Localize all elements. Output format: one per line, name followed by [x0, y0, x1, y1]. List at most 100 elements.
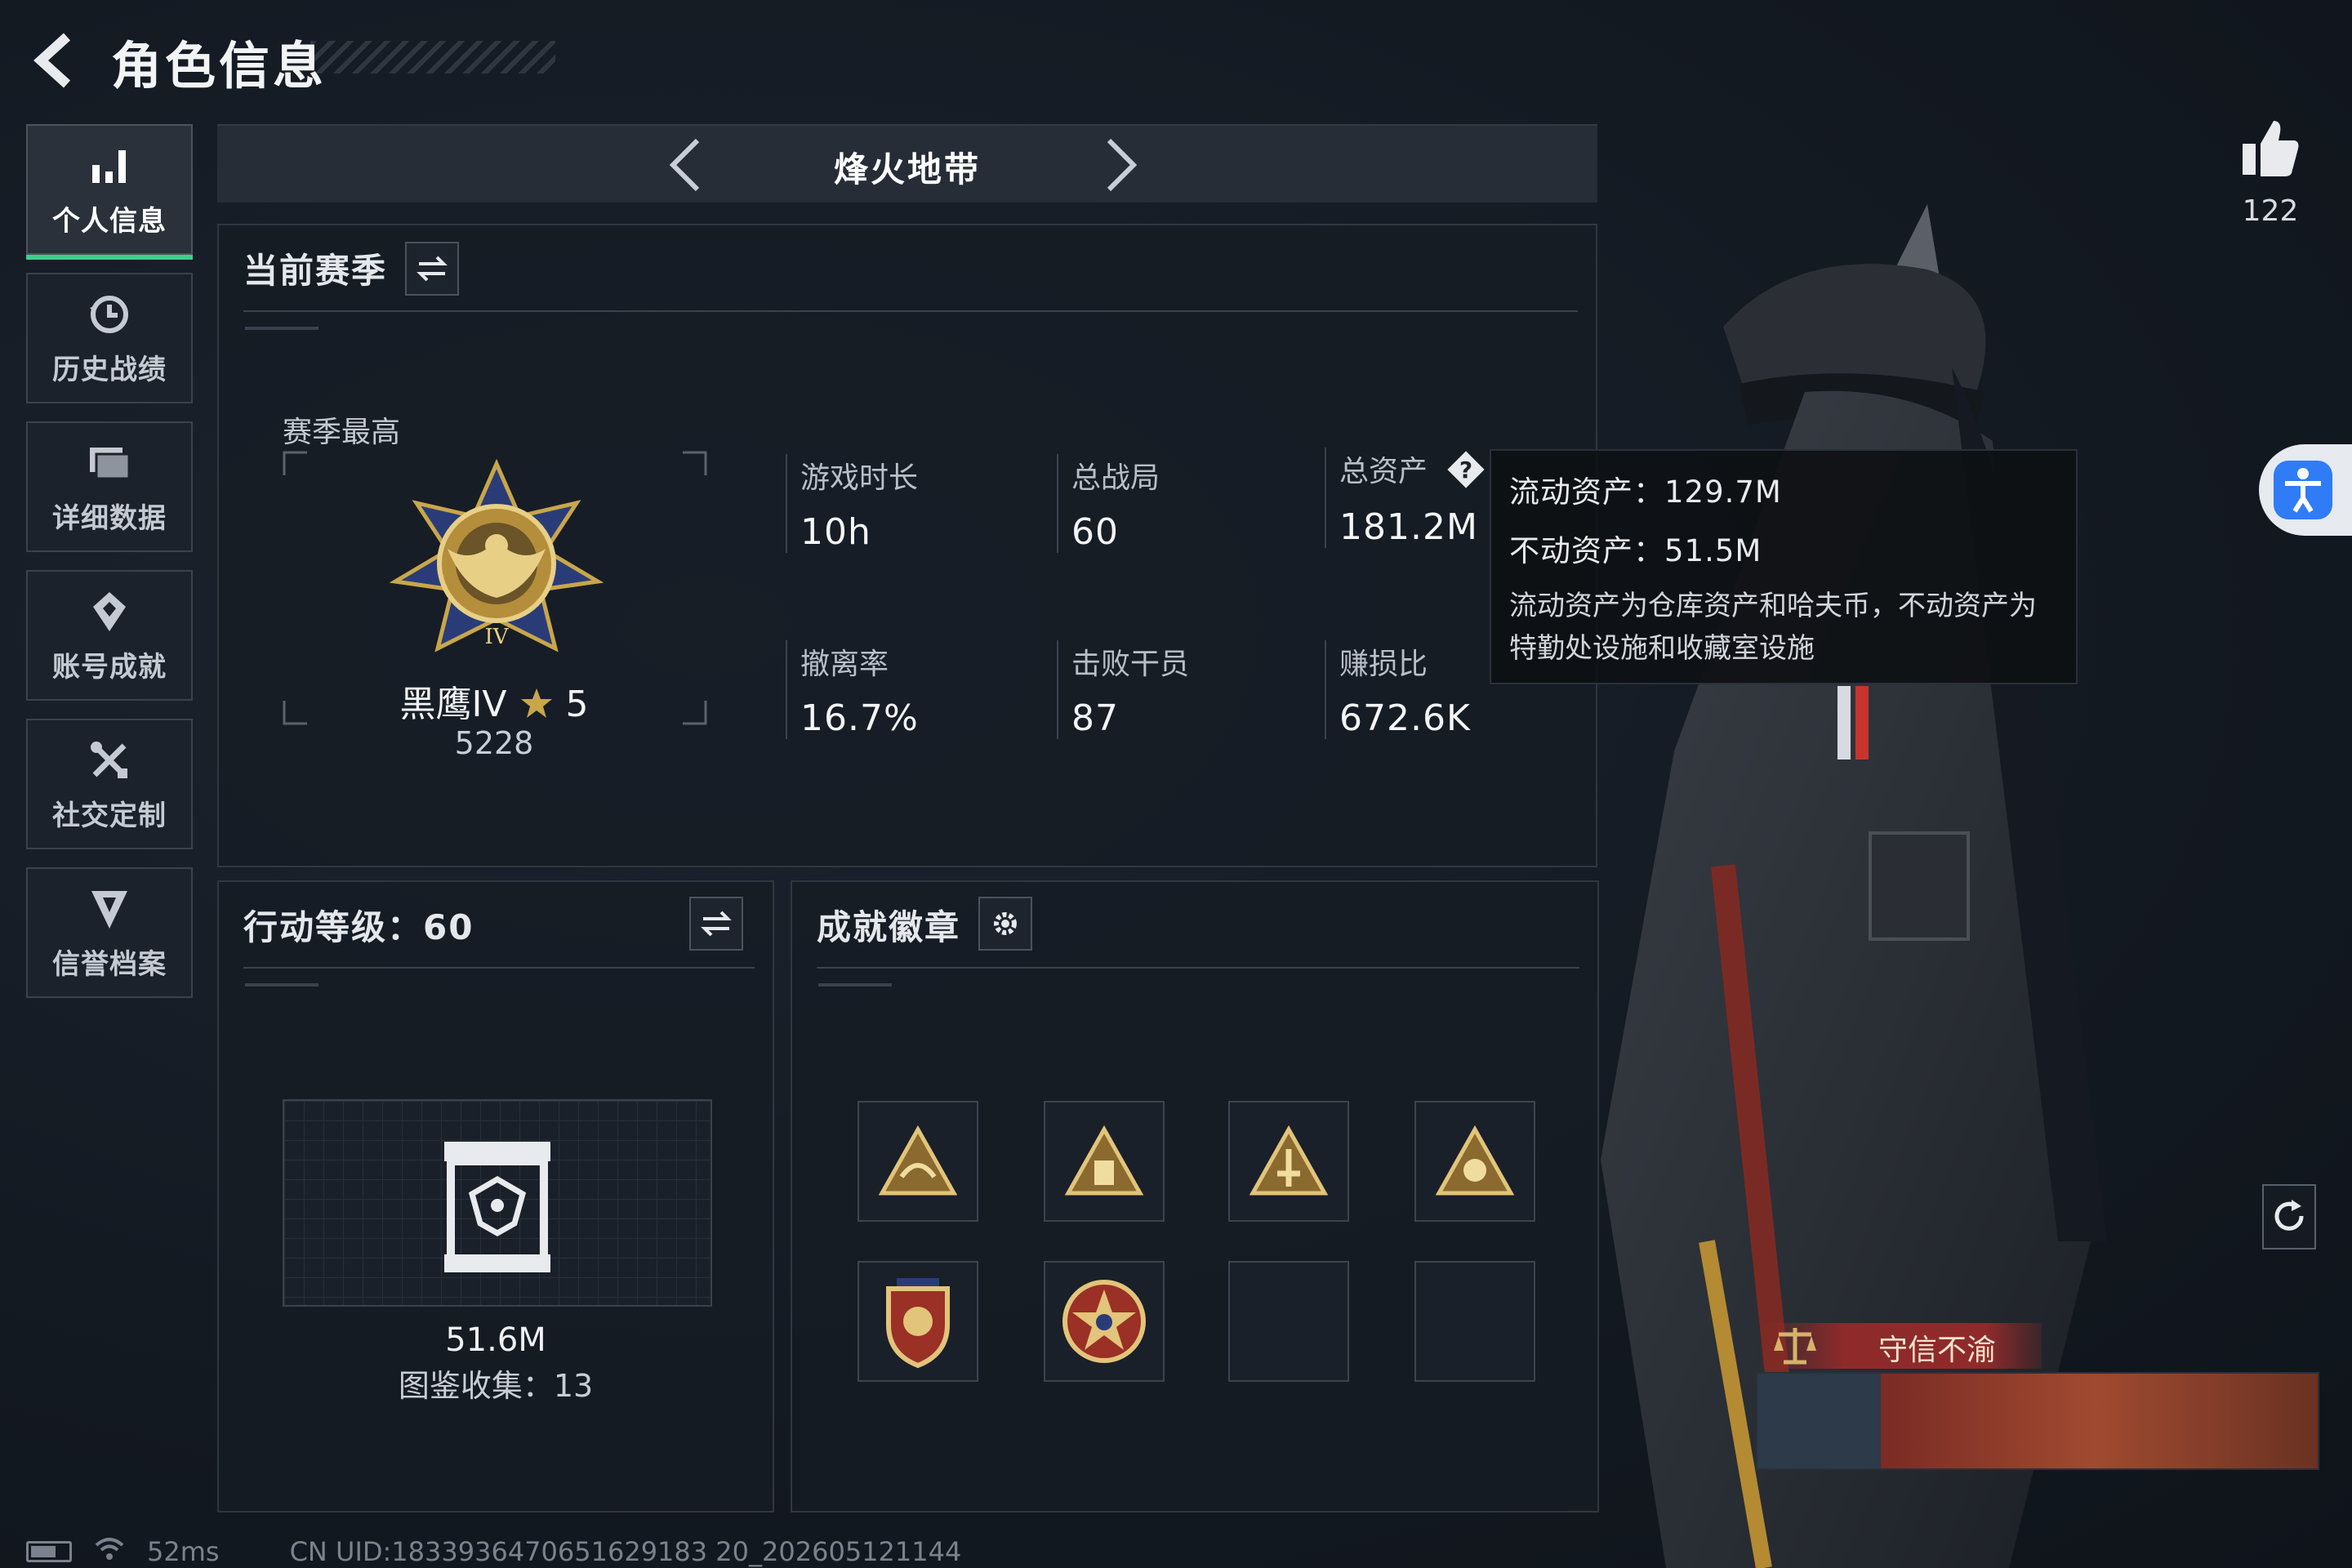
svg-text:?: ?: [1459, 457, 1472, 483]
status-footer: 52ms CN UID:1833936470651629183 20_20260…: [26, 1535, 961, 1568]
star-icon: [519, 684, 555, 725]
shield-icon: [85, 884, 134, 933]
sidebar-item-label: 社交定制: [52, 799, 167, 832]
badge-slot-6[interactable]: [1044, 1261, 1165, 1382]
shield-badge-icon: [886, 1278, 950, 1369]
accessibility-icon: [2274, 461, 2332, 519]
season-switch-button[interactable]: [405, 242, 459, 296]
badges-settings-button[interactable]: [978, 897, 1032, 951]
action-level-heading: 行动等级：60: [243, 907, 474, 947]
chevron-right-icon: [1107, 138, 1138, 192]
help-icon[interactable]: ?: [1445, 448, 1487, 498]
rank-score: 5228: [454, 725, 534, 761]
sidebar-item-achievements[interactable]: 账号成就: [26, 570, 193, 701]
stat-value: 672.6K: [1339, 697, 1471, 739]
folder-icon: [85, 439, 134, 488]
accessibility-button[interactable]: [2259, 444, 2352, 536]
stat-label: 总资产: [1339, 455, 1428, 488]
badge-slot-3[interactable]: [1228, 1101, 1349, 1222]
mode-switcher: 烽火地带: [217, 124, 1597, 203]
swap-icon: [701, 911, 732, 937]
stat-value: 10h: [800, 511, 871, 553]
battery-icon: [26, 1541, 72, 1562]
sidebar-item-label: 信誉档案: [52, 947, 167, 981]
stat-label: 游戏时长: [800, 461, 919, 495]
tooltip-description: 流动资产为仓库资产和哈夫币，不动资产为特勤处设施和收藏室设施: [1509, 590, 2037, 665]
decor-bar: [818, 983, 892, 987]
decor-bar: [245, 327, 318, 330]
tooltip-fixed-assets: 不动资产：51.5M: [1509, 533, 1762, 568]
sidebar-item-label: 历史战绩: [52, 353, 167, 386]
divider: [243, 310, 1578, 312]
triangle-badge-icon: [1064, 1125, 1144, 1196]
rank-name-row: 黑鹰IV 5: [343, 675, 645, 727]
back-button[interactable]: [23, 28, 88, 93]
sidebar-item-label: 账号成就: [52, 650, 167, 684]
decor-bar: [245, 983, 318, 987]
profile-card[interactable]: [1756, 1372, 2319, 1470]
user-uid: CN UID:1833936470651629183 20_2026051211…: [289, 1536, 962, 1567]
sidebar-item-reputation[interactable]: 信誉档案: [26, 867, 193, 998]
stat-label: 总战局: [1071, 461, 1160, 495]
rotate-model-button[interactable]: [2262, 1184, 2316, 1250]
sidebar-item-history[interactable]: 历史战绩: [26, 273, 193, 403]
refresh-icon: [2274, 1200, 2304, 1231]
divider: [243, 967, 755, 969]
stat-value: 181.2M: [1339, 506, 1478, 548]
badges-heading: 成就徽章: [817, 907, 961, 947]
rank-stars: 5: [565, 684, 589, 725]
divider: [817, 967, 1579, 969]
wifi-icon: [93, 1535, 126, 1568]
mode-title: 烽火地带: [833, 149, 981, 189]
stat-value: 16.7%: [800, 697, 919, 739]
badge-slot-empty[interactable]: [1228, 1261, 1349, 1382]
gear-icon: [994, 912, 1017, 935]
badge-slot-4[interactable]: [1414, 1101, 1535, 1222]
sidebar-item-personal-info[interactable]: 个人信息: [26, 124, 193, 260]
stat-value: 60: [1071, 511, 1119, 553]
scales-icon: [1771, 1323, 1820, 1372]
star-medal-icon: [1062, 1280, 1146, 1363]
sidebar-item-label: 详细数据: [52, 501, 167, 535]
page-title: 角色信息: [111, 36, 327, 96]
svg-text:IV: IV: [484, 625, 509, 649]
display-case-icon: [444, 1142, 550, 1272]
stat-label: 赚损比: [1339, 648, 1428, 681]
sidebar-item-details[interactable]: 详细数据: [26, 421, 193, 552]
badge-slot-2[interactable]: [1044, 1101, 1165, 1222]
stat-total-assets: 总资产 ? 181.2M: [1325, 448, 1487, 548]
like-count: 122: [2242, 194, 2299, 228]
achievement-badges-panel: 成就徽章: [791, 880, 1599, 1512]
swap-icon: [416, 256, 448, 282]
badge-slot-empty[interactable]: [1414, 1261, 1535, 1382]
like-button[interactable]: [2238, 116, 2303, 181]
stat-extraction-rate: 撤离率 16.7%: [786, 640, 919, 739]
tools-icon: [85, 736, 134, 785]
stat-label: 撤离率: [800, 648, 889, 681]
stat-total-matches: 总战局 60: [1057, 454, 1160, 553]
back-arrow-icon: [33, 33, 71, 88]
mode-next-button[interactable]: [1091, 136, 1148, 194]
triangle-badge-icon: [1249, 1125, 1329, 1196]
bar-chart-icon: [85, 141, 134, 190]
badge-slot-5[interactable]: [858, 1261, 978, 1382]
stat-profit-ratio: 赚损比 672.6K: [1325, 640, 1471, 739]
stat-operators-defeated: 击败干员 87: [1057, 640, 1189, 739]
triangle-badge-icon: [1435, 1125, 1515, 1196]
stat-value: 87: [1071, 697, 1119, 739]
honor-title: 守信不渝: [1878, 1334, 1997, 1367]
rank-emblem-icon: IV: [382, 458, 611, 675]
history-icon: [85, 290, 134, 339]
badge-slot-1[interactable]: [858, 1101, 978, 1222]
level-switch-button[interactable]: [689, 897, 743, 951]
stat-label-row: 总资产 ?: [1339, 448, 1487, 498]
ping-value: 52ms: [147, 1536, 220, 1567]
collection-value: 51.6M: [445, 1321, 546, 1359]
stat-label: 击败干员: [1071, 648, 1190, 681]
title-decoration: [310, 41, 555, 74]
achievement-icon: [85, 587, 134, 636]
sidebar-item-social[interactable]: 社交定制: [26, 719, 193, 849]
stat-play-time: 游戏时长 10h: [786, 454, 918, 553]
sidebar-item-label: 个人信息: [52, 204, 167, 238]
collection-card[interactable]: [283, 1099, 712, 1307]
